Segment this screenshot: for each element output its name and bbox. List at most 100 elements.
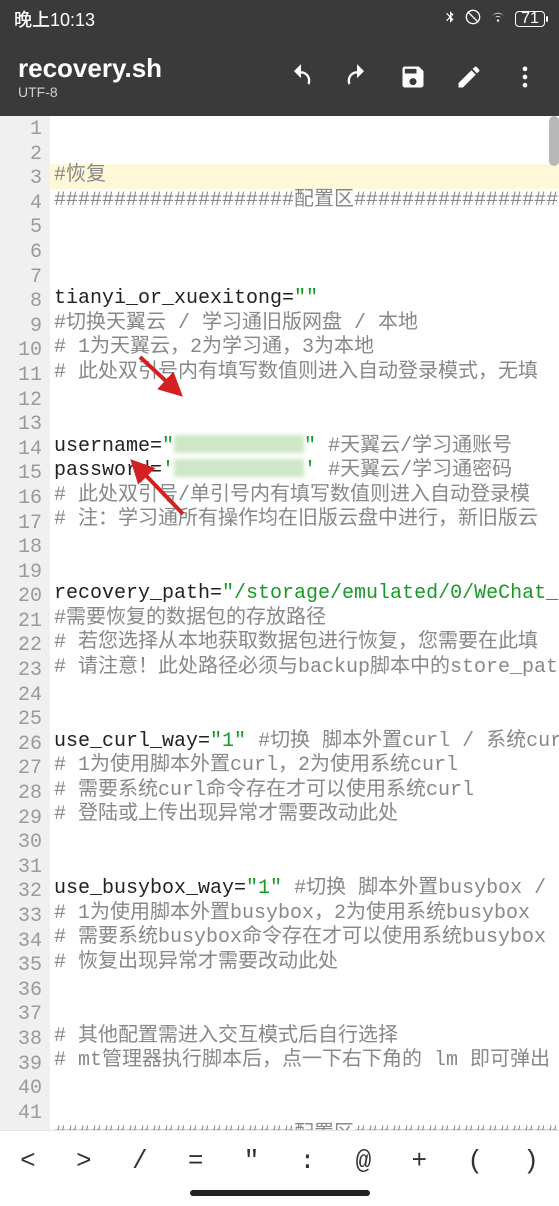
app-bar: recovery.sh UTF-8 — [0, 38, 559, 116]
code-line[interactable]: password='' #天翼云/学习通密码 — [50, 459, 559, 484]
line-gutter: 1234567891011121314151617181920212223242… — [0, 116, 50, 1130]
code-line[interactable]: # 1为使用脚本外置busybox，2为使用系统busybox — [50, 902, 559, 927]
line-number: 33 — [0, 905, 50, 930]
code-line[interactable]: # mt管理器执行脚本后，点一下右下角的 lm 即可弹出 — [50, 1049, 559, 1074]
code-line[interactable]: # 其他配置需进入交互模式后自行选择 — [50, 1025, 559, 1050]
symbol-bar: <>/=":@+() — [0, 1130, 559, 1190]
line-number: 4 — [0, 192, 50, 217]
symbol-key[interactable]: < — [0, 1146, 56, 1176]
line-number: 8 — [0, 290, 50, 315]
symbol-key[interactable]: ) — [503, 1146, 559, 1176]
code-line[interactable] — [50, 1000, 559, 1025]
line-number: 28 — [0, 782, 50, 807]
line-number: 29 — [0, 807, 50, 832]
code-line[interactable] — [50, 533, 559, 558]
code-line[interactable]: # 需要系统busybox命令存在才可以使用系统busybox — [50, 926, 559, 951]
title-block: recovery.sh UTF-8 — [18, 54, 275, 101]
code-line[interactable]: #恢复 — [50, 164, 559, 189]
line-number: 5 — [0, 216, 50, 241]
code-line[interactable]: use_busybox_way="1" #切换 脚本外置busybox / 系 — [50, 877, 559, 902]
redacted-text — [174, 435, 304, 453]
line-number: 39 — [0, 1053, 50, 1078]
line-number: 32 — [0, 880, 50, 905]
code-line[interactable]: # 需要系统curl命令存在才可以使用系统curl — [50, 779, 559, 804]
code-line[interactable]: #需要恢复的数据包的存放路径 — [50, 607, 559, 632]
symbol-key[interactable]: @ — [335, 1146, 391, 1176]
code-line[interactable] — [50, 558, 559, 583]
file-encoding: UTF-8 — [18, 84, 275, 100]
status-right: 71 — [443, 8, 545, 31]
code-line[interactable] — [50, 385, 559, 410]
status-bar: 晚上10:13 71 — [0, 0, 559, 38]
status-time: 晚上10:13 — [14, 6, 95, 32]
line-number: 19 — [0, 561, 50, 586]
more-menu-button[interactable] — [499, 51, 551, 103]
line-number: 6 — [0, 241, 50, 266]
code-line[interactable]: # 若您选择从本地获取数据包进行恢复，您需要在此填 — [50, 631, 559, 656]
code-line[interactable] — [50, 410, 559, 435]
code-line[interactable]: recovery_path="/storage/emulated/0/WeCha… — [50, 582, 559, 607]
line-number: 17 — [0, 512, 50, 537]
code-line[interactable] — [50, 1074, 559, 1099]
code-line[interactable] — [50, 262, 559, 287]
line-number: 23 — [0, 659, 50, 684]
line-number: 26 — [0, 733, 50, 758]
line-number: 34 — [0, 930, 50, 955]
save-button[interactable] — [387, 51, 439, 103]
code-line[interactable]: username="" #天翼云/学习通账号 — [50, 435, 559, 460]
line-number: 16 — [0, 487, 50, 512]
line-number: 15 — [0, 462, 50, 487]
dnd-icon — [465, 9, 481, 30]
code-line[interactable]: ####################配置区################# — [50, 189, 559, 214]
line-number: 7 — [0, 266, 50, 291]
line-number: 30 — [0, 831, 50, 856]
symbol-key[interactable]: " — [224, 1146, 280, 1176]
line-number: 35 — [0, 954, 50, 979]
line-number: 40 — [0, 1077, 50, 1102]
undo-button[interactable] — [275, 51, 327, 103]
code-line[interactable] — [50, 853, 559, 878]
code-line[interactable]: #切换天翼云 / 学习通旧版网盘 / 本地 — [50, 312, 559, 337]
line-number: 21 — [0, 610, 50, 635]
symbol-key[interactable]: > — [56, 1146, 112, 1176]
code-line[interactable] — [50, 238, 559, 263]
line-number: 18 — [0, 536, 50, 561]
code-line[interactable] — [50, 705, 559, 730]
line-number: 37 — [0, 1003, 50, 1028]
line-number: 14 — [0, 438, 50, 463]
symbol-key[interactable]: + — [391, 1146, 447, 1176]
code-line[interactable] — [50, 828, 559, 853]
symbol-key[interactable]: ( — [447, 1146, 503, 1176]
symbol-key[interactable]: : — [280, 1146, 336, 1176]
code-line[interactable] — [50, 213, 559, 238]
code-line[interactable]: # 注：学习通所有操作均在旧版云盘中进行，新旧版云 — [50, 508, 559, 533]
code-line[interactable]: # 1为使用脚本外置curl，2为使用系统curl — [50, 754, 559, 779]
edit-button[interactable] — [443, 51, 495, 103]
code-line[interactable] — [50, 1099, 559, 1124]
code-line[interactable]: # 1为天翼云，2为学习通，3为本地 — [50, 336, 559, 361]
code-line[interactable]: # 请注意！此处路径必须与backup脚本中的store_pat — [50, 656, 559, 681]
code-line[interactable]: # 恢复出现异常才需要改动此处 — [50, 951, 559, 976]
line-number: 38 — [0, 1028, 50, 1053]
code-line[interactable]: # 此处双引号内有填写数值则进入自动登录模式，无填 — [50, 361, 559, 386]
redo-button[interactable] — [331, 51, 383, 103]
symbol-key[interactable]: = — [168, 1146, 224, 1176]
code-line[interactable] — [50, 976, 559, 1001]
code-editor[interactable]: 1234567891011121314151617181920212223242… — [0, 116, 559, 1130]
line-number: 36 — [0, 979, 50, 1004]
home-indicator[interactable] — [190, 1190, 370, 1196]
code-area[interactable]: #恢复####################配置区##############… — [50, 116, 559, 1130]
code-line[interactable]: tianyi_or_xuexitong="" — [50, 287, 559, 312]
code-line[interactable] — [50, 680, 559, 705]
symbol-key[interactable]: / — [112, 1146, 168, 1176]
code-line[interactable]: use_curl_way="1" #切换 脚本外置curl / 系统curl — [50, 730, 559, 755]
code-line[interactable]: # 登陆或上传出现异常才需要改动此处 — [50, 803, 559, 828]
battery-icon: 71 — [515, 11, 545, 27]
line-number: 22 — [0, 634, 50, 659]
line-number: 24 — [0, 684, 50, 709]
bluetooth-icon — [443, 8, 457, 31]
line-number: 10 — [0, 339, 50, 364]
code-line[interactable]: # 此处双引号/单引号内有填写数值则进入自动登录模 — [50, 484, 559, 509]
scrollbar-thumb[interactable] — [549, 116, 559, 166]
code-line[interactable]: ####################配置区################# — [50, 1123, 559, 1130]
